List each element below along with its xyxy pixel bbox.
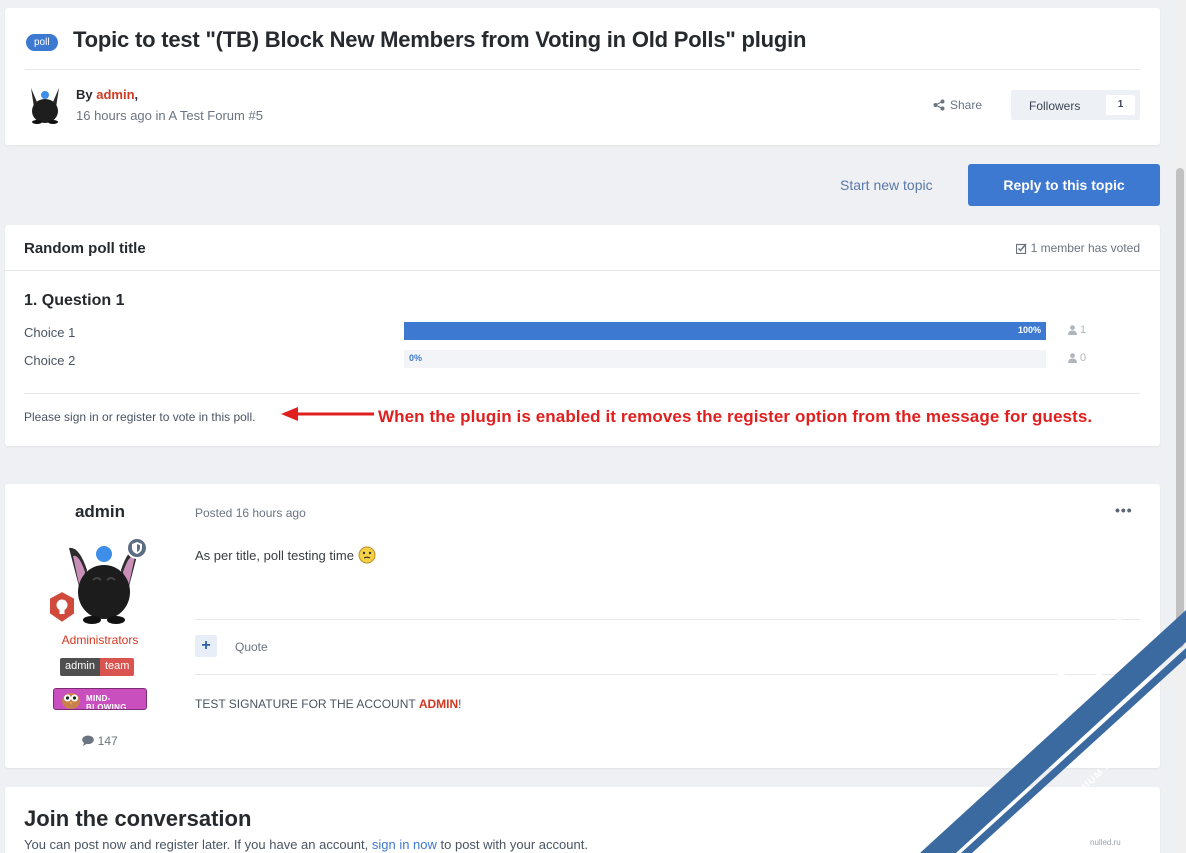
author-line: By admin, (76, 87, 138, 102)
choice-voter-count: 1 (1068, 324, 1086, 336)
share-button[interactable]: Share (933, 98, 982, 112)
annotation-text: When the plugin is enabled it removes th… (378, 407, 1093, 426)
post-count: 147 (5, 734, 195, 748)
award-text: MIND-BLOWING (86, 694, 127, 710)
choice-bar: 100% (404, 322, 1046, 340)
post-author-name[interactable]: admin (5, 502, 195, 522)
annotation-arrow-icon (281, 407, 374, 421)
join-text: You can post now and register later. If … (24, 837, 588, 852)
followers-button[interactable]: Followers 1 (1011, 90, 1140, 120)
watermark-corner: nulled.ru (1090, 838, 1121, 847)
poll-question: 1. Question 1 (24, 292, 125, 309)
post-content: As per title, poll testing time (195, 546, 376, 564)
start-new-topic-link[interactable]: Start new topic (840, 177, 933, 193)
signature-text: TEST SIGNATURE FOR THE ACCOUNT (195, 697, 419, 711)
divider (25, 69, 1140, 70)
checkbox-icon (1015, 243, 1027, 254)
divider (24, 393, 1140, 394)
choice-bar: 0% (404, 350, 1046, 368)
choice-bar-fill (404, 322, 1046, 340)
reply-button[interactable]: Reply to this topic (968, 164, 1160, 206)
page-title: Topic to test "(TB) Block New Members fr… (73, 27, 807, 52)
award-badge: MIND-BLOWING (53, 688, 147, 710)
smiley-icon (358, 546, 376, 564)
followers-count: 1 (1106, 95, 1135, 115)
choice-percent: 100% (1017, 325, 1041, 335)
join-text-suffix: to post with your account. (436, 837, 588, 852)
poll-badge: poll (26, 34, 58, 51)
user-group: Administrators (61, 633, 139, 647)
choice-percent: 0% (409, 353, 423, 363)
post-count-number: 147 (97, 734, 118, 748)
join-title: Join the conversation (24, 806, 252, 831)
share-label: Share (950, 98, 983, 112)
post-text: As per title, poll testing time (195, 547, 354, 563)
choice-voter-count: 0 (1068, 352, 1086, 364)
team-badge: admin team (60, 658, 135, 676)
by-suffix: , (134, 87, 139, 102)
post-options-menu[interactable]: ••• (1115, 502, 1133, 518)
topic-header: poll Topic to test "(TB) Block New Membe… (5, 8, 1160, 145)
author-avatar[interactable] (25, 84, 65, 124)
by-label: By (76, 87, 97, 102)
post-timestamp[interactable]: Posted 16 hours ago (195, 506, 306, 520)
user-icon (1068, 325, 1077, 335)
divider (195, 619, 1145, 620)
author-link[interactable]: admin (96, 87, 134, 102)
moderator-shield-icon (126, 537, 148, 559)
user-icon (1068, 353, 1077, 363)
choice-label: Choice 1 (24, 325, 76, 340)
comment-icon (82, 735, 95, 746)
quote-button[interactable]: Quote (235, 640, 268, 654)
poll-voted-status: 1 member has voted (1015, 241, 1140, 255)
team-badge-right: team (99, 658, 135, 676)
signature-strong: ADMIN (418, 697, 459, 711)
join-conversation-card: Join the conversation You can post now a… (5, 787, 1160, 853)
poll-voted-label: 1 member has voted (1030, 241, 1140, 255)
rank-lightbulb-icon (48, 590, 76, 624)
divider (195, 674, 1145, 675)
divider (5, 270, 1160, 271)
poll-card: Random poll title 1 member has voted 1. … (5, 225, 1160, 446)
choice-label: Choice 2 (24, 353, 76, 368)
share-icon (933, 99, 945, 111)
team-badge-left: admin (60, 658, 100, 676)
signature-suffix: ! (458, 697, 462, 711)
signin-message: Please sign in or register to vote in th… (24, 410, 256, 424)
topic-meta: 16 hours ago in A Test Forum #5 (76, 108, 263, 123)
followers-label: Followers (1029, 99, 1081, 113)
voter-number: 1 (1080, 324, 1087, 336)
join-text-prefix: You can post now and register later. If … (24, 837, 372, 852)
post-card: admin Administrators admin team MIND-BLOW… (5, 484, 1160, 768)
voter-number: 0 (1080, 352, 1087, 364)
scrollbar-thumb[interactable] (1176, 168, 1184, 648)
sign-in-link[interactable]: sign in now (372, 837, 437, 852)
poll-title: Random poll title (24, 240, 146, 257)
user-signature: TEST SIGNATURE FOR THE ACCOUNT ADMIN! (195, 697, 461, 711)
multiquote-button[interactable]: + (195, 635, 217, 657)
owl-icon (62, 693, 80, 709)
